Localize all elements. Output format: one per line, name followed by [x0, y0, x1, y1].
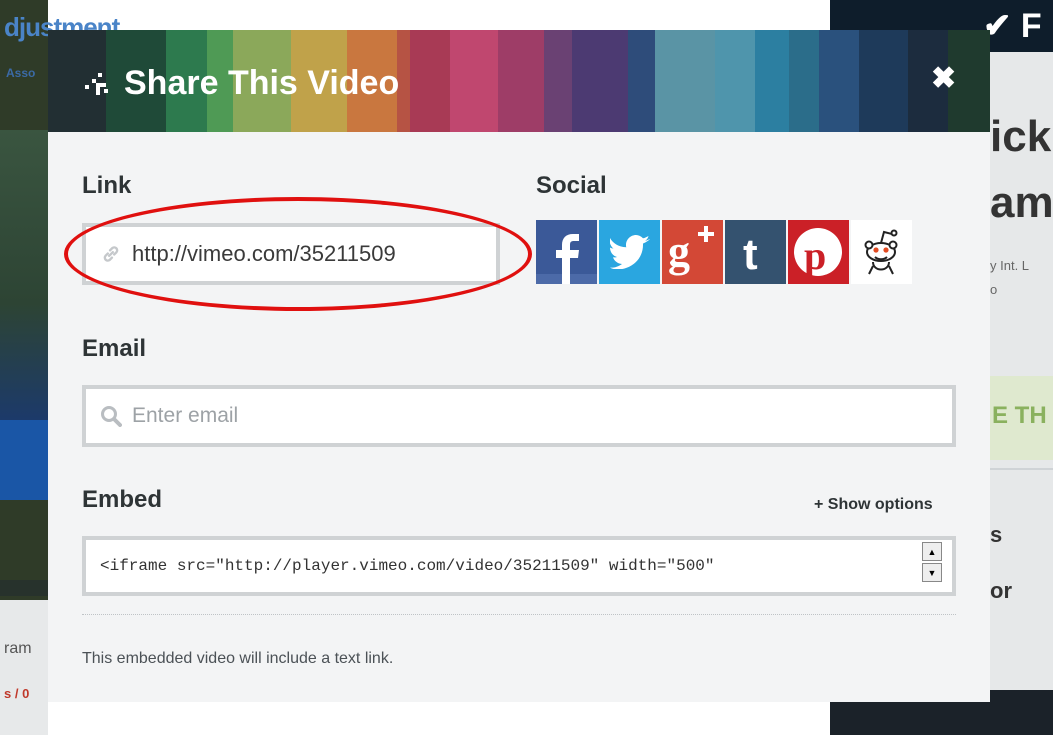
- chain-link-icon: [103, 246, 119, 262]
- email-field[interactable]: [82, 385, 956, 447]
- search-icon: [101, 406, 122, 427]
- background-heading: am: [990, 178, 1053, 227]
- header-color-stripe: [715, 30, 755, 132]
- header-color-stripe: [788, 30, 819, 132]
- header-color-stripe: [818, 30, 859, 132]
- background-green-text: E TH: [992, 402, 1047, 429]
- background-lower-panel: [0, 600, 48, 735]
- svg-text:p: p: [804, 233, 826, 278]
- header-color-stripe: [627, 30, 656, 132]
- background-divider: [990, 468, 1053, 470]
- background-text: ram: [4, 640, 32, 657]
- header-color-stripe: [571, 30, 628, 132]
- twitter-icon: [609, 235, 650, 269]
- embed-note: This embedded video will include a text …: [82, 650, 394, 667]
- background-check-label: ✔ F: [983, 7, 1042, 45]
- social-label: Social: [536, 172, 607, 199]
- close-button[interactable]: ✖: [931, 64, 956, 94]
- header-color-stripe: [655, 30, 716, 132]
- google-plus-button[interactable]: g: [662, 220, 723, 284]
- embed-label: Embed: [82, 486, 163, 513]
- background-subtitle: Asso: [6, 66, 36, 80]
- svg-text:g: g: [668, 227, 690, 276]
- tumblr-button[interactable]: t: [725, 220, 786, 284]
- background-image: [0, 130, 48, 420]
- reddit-button[interactable]: [851, 220, 912, 284]
- embed-scrollbar[interactable]: ▲ ▼: [922, 542, 942, 582]
- share-icon: [85, 72, 108, 95]
- facebook-button[interactable]: [536, 220, 597, 284]
- header-color-stripe: [543, 30, 572, 132]
- header-color-stripe: [410, 30, 451, 132]
- pinterest-icon: p: [794, 228, 842, 278]
- divider: [82, 614, 956, 615]
- header-color-stripe: [450, 30, 499, 132]
- header-color-stripe: [754, 30, 789, 132]
- background-stats: s / 0: [4, 686, 30, 701]
- modal-title: Share This Video: [82, 64, 399, 103]
- background-section-heading: s: [990, 522, 1003, 547]
- reddit-icon: [864, 229, 898, 275]
- facebook-icon: [536, 234, 597, 284]
- pinterest-button[interactable]: p: [788, 220, 849, 284]
- twitter-button[interactable]: [599, 220, 660, 284]
- background-heading: ick: [990, 112, 1052, 161]
- link-field[interactable]: http://vimeo.com/35211509: [82, 223, 500, 285]
- header-color-stripe: [498, 30, 544, 132]
- background-byline: y Int. L: [990, 258, 1030, 273]
- modal-title-text: Share This Video: [124, 64, 400, 102]
- embed-code[interactable]: <iframe src="http://player.vimeo.com/vid…: [100, 557, 715, 575]
- background-strip: [0, 580, 48, 596]
- social-buttons: g t p: [536, 220, 912, 284]
- svg-text:t: t: [743, 230, 758, 279]
- header-color-stripe: [858, 30, 909, 132]
- email-label: Email: [82, 335, 147, 362]
- background-byline: o: [990, 282, 998, 297]
- scroll-up-button[interactable]: ▲: [922, 542, 942, 561]
- show-options-link[interactable]: + Show options: [814, 496, 933, 514]
- link-url[interactable]: http://vimeo.com/35211509: [132, 241, 396, 267]
- email-input[interactable]: [132, 404, 912, 428]
- tumblr-icon: t: [743, 230, 758, 279]
- page: djustment Asso ram s / 0 ✔ F ick am y In…: [0, 0, 1053, 735]
- embed-code-field[interactable]: <iframe src="http://player.vimeo.com/vid…: [82, 536, 956, 596]
- background-section-heading: or: [990, 578, 1012, 603]
- background-blue-block: [0, 420, 48, 500]
- google-plus-icon: g: [668, 226, 714, 276]
- share-modal: Share This Video ✖ Link http://vimeo.com…: [48, 30, 990, 702]
- scroll-down-button[interactable]: ▼: [922, 563, 942, 582]
- link-label: Link: [82, 172, 132, 199]
